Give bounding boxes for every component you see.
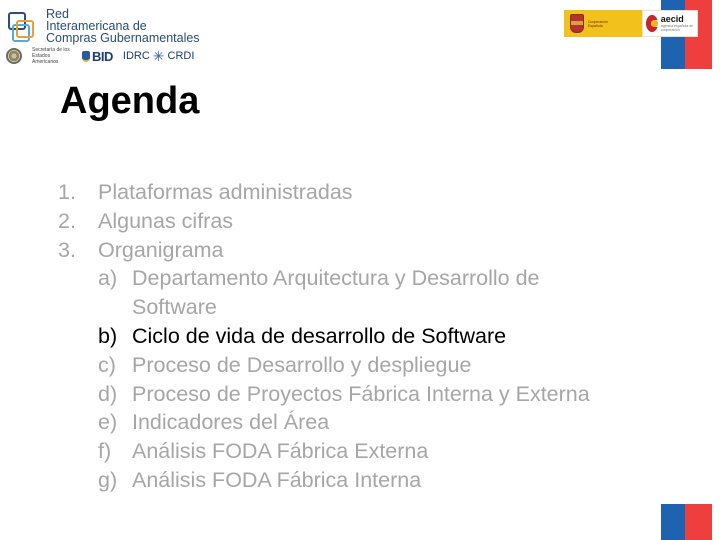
subitem-letter: d) — [98, 381, 118, 406]
agenda-subitem-active: b) Ciclo de vida de desarrollo de Softwa… — [98, 322, 602, 351]
slide-title: Agenda — [60, 80, 200, 122]
spain-logo-text: Cooperación Española — [588, 19, 608, 28]
crdi-text: CRDI — [167, 50, 195, 62]
item-label: Plataformas administradas — [98, 180, 353, 204]
subitem-letter: g) — [98, 467, 118, 492]
subitem-label: Ciclo de vida de desarrollo de Software — [132, 323, 507, 348]
oas-seal-icon — [6, 48, 22, 64]
subitem-letter: a) — [98, 266, 118, 291]
flag-blue-bar — [661, 504, 685, 540]
agenda-subitem: g) Análisis FODA Fábrica Interna — [98, 466, 602, 495]
subitem-label: Proceso de Desarrollo y despliegue — [132, 352, 472, 377]
agenda-subitem: f) Análisis FODA Fábrica Externa — [98, 437, 602, 466]
aecid-logo: aecid agencia española de cooperación — [642, 10, 698, 37]
subitem-label: Análisis FODA Fábrica Externa — [132, 439, 429, 464]
agenda-item: 3. Organigrama — [58, 236, 602, 265]
subitem-letter: f) — [98, 439, 112, 464]
item-label: Algunas cifras — [98, 208, 234, 233]
ricg-line-3: Compras Gubernamentales — [46, 31, 200, 45]
item-label: Organigrama — [98, 237, 224, 262]
subitem-label: Proceso de Proyectos Fábrica Interna y E… — [132, 381, 590, 406]
agenda-subitem: e) Indicadores del Área — [98, 408, 602, 437]
subitem-letter: e) — [98, 410, 118, 435]
ricg-logo-text: Red Interamericana de Compras Gubernamen… — [46, 8, 200, 45]
aecid-name: aecid — [660, 14, 684, 24]
flag-red-bar — [685, 504, 712, 540]
bid-shield-icon — [82, 50, 90, 62]
agenda-item: 2. Algunas cifras — [58, 207, 602, 236]
coat-of-arms-icon — [570, 14, 584, 33]
oas-text: Secretaría de los Estados Americanos — [32, 47, 70, 65]
item-number: 1. — [58, 180, 76, 204]
item-number: 3. — [58, 237, 76, 262]
agenda-subitem: d) Proceso de Proyectos Fábrica Interna … — [98, 380, 602, 409]
bid-text: BID — [92, 48, 113, 64]
idrc-text: IDRC — [122, 50, 150, 62]
ricg-squares-icon — [6, 12, 40, 42]
bid-logo: BID — [82, 49, 113, 64]
agenda-subitem: a) Departamento Arquitectura y Desarroll… — [98, 264, 602, 322]
subitem-letter: b) — [98, 323, 118, 348]
agenda-list: 1. Plataformas administradas 2. Algunas … — [58, 178, 602, 495]
subitem-label: Análisis FODA Fábrica Interna — [132, 467, 422, 492]
aecid-c-icon — [646, 15, 659, 32]
aecid-subtitle: agencia española de cooperación — [660, 24, 694, 32]
chile-flag-bottom — [661, 504, 712, 540]
ricg-logo: Red Interamericana de Compras Gubernamen… — [6, 8, 200, 44]
agenda-subitems: a) Departamento Arquitectura y Desarroll… — [58, 264, 602, 494]
partner-logos: Secretaría de los Estados Americanos BID… — [6, 46, 194, 66]
subitem-label: Indicadores del Área — [132, 410, 330, 435]
idrc-star-icon: ✳ — [152, 48, 165, 64]
item-number: 2. — [58, 208, 76, 233]
agenda-item: 1. Plataformas administradas — [58, 178, 602, 207]
agenda-subitem: c) Proceso de Desarrollo y despliegue — [98, 351, 602, 380]
spain-cooperation-logo: Cooperación Española — [564, 10, 642, 37]
idrc-logo: IDRC ✳ CRDI — [123, 49, 195, 63]
subitem-letter: c) — [98, 352, 116, 377]
subitem-label: Departamento Arquitectura y Desarrollo d… — [132, 266, 540, 320]
